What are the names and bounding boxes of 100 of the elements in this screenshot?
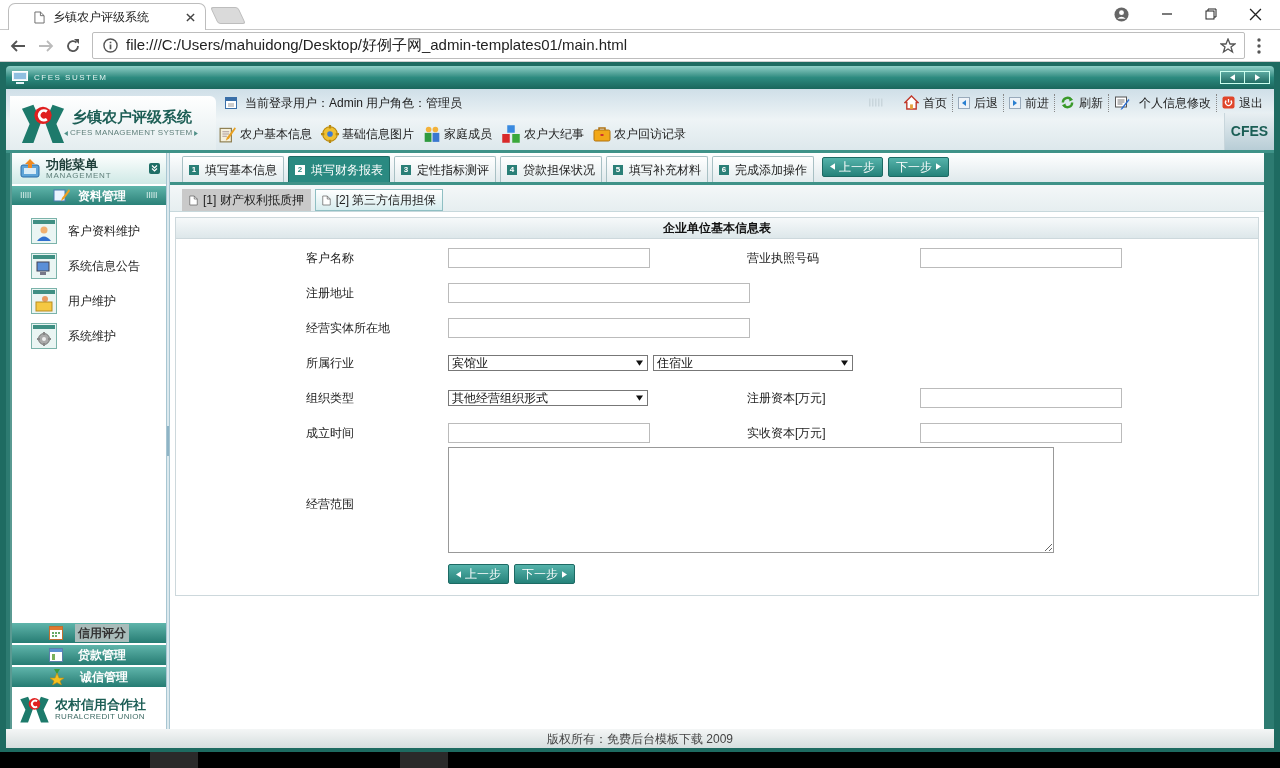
address-bar[interactable]: file:///C:/Users/mahuidong/Desktop/好例子网_admin-templates01/main.html bbox=[92, 32, 1245, 59]
people-icon bbox=[423, 124, 441, 143]
menu-subtitle: MANAGEMENT bbox=[46, 171, 112, 180]
text-input[interactable] bbox=[448, 422, 650, 443]
scroll-right-button[interactable] bbox=[1245, 71, 1270, 84]
user-card-icon bbox=[31, 217, 57, 244]
nav-link[interactable]: 首页 bbox=[899, 93, 953, 112]
step-tab[interactable]: 5 填写补充材料 bbox=[606, 156, 708, 182]
sub-tab[interactable]: [2] 第三方信用担保 bbox=[314, 189, 444, 211]
step-number: 6 bbox=[719, 164, 729, 175]
nav-link[interactable]: 刷新 bbox=[1055, 93, 1109, 112]
step-tab[interactable]: 4 贷款担保状况 bbox=[500, 156, 602, 182]
document-icon bbox=[189, 194, 198, 206]
forward-arrow-icon[interactable] bbox=[38, 37, 54, 54]
step-tab[interactable]: 3 定性指标测评 bbox=[394, 156, 496, 182]
grip-lines-icon bbox=[869, 98, 883, 107]
field-label: 客户名称 bbox=[306, 249, 355, 267]
text-input[interactable] bbox=[920, 247, 1122, 268]
login-info: 当前登录用户：Admin 用户角色：管理员 bbox=[245, 94, 463, 112]
dropdown[interactable]: 住宿业 bbox=[653, 354, 853, 371]
text-input[interactable] bbox=[448, 247, 650, 268]
menu-group[interactable]: 信用评分 bbox=[12, 623, 166, 643]
gear-icon bbox=[321, 124, 339, 143]
step-number: 1 bbox=[189, 164, 199, 175]
brand-box: CFES bbox=[1224, 113, 1274, 150]
step-tab[interactable]: 1 填写基本信息 bbox=[182, 156, 284, 182]
nav-link[interactable]: 退出 bbox=[1217, 93, 1268, 112]
module-link[interactable]: 农户基本信息 bbox=[219, 124, 312, 143]
module-link[interactable]: 农户回访记录 bbox=[593, 124, 686, 143]
field-label: 所属行业 bbox=[306, 354, 355, 372]
monitor-icon bbox=[12, 71, 28, 84]
nav-link[interactable]: 个人信息修改 bbox=[1109, 93, 1217, 112]
step-number: 3 bbox=[401, 164, 411, 175]
dropdown[interactable]: 宾馆业 bbox=[448, 354, 648, 371]
step-tab[interactable]: 2 填写财务报表 bbox=[288, 156, 390, 182]
close-icon[interactable] bbox=[186, 12, 195, 22]
union-name: 农村信用合作社 bbox=[55, 697, 146, 711]
text-input[interactable] bbox=[448, 317, 750, 338]
grip-lines-icon bbox=[146, 192, 158, 198]
text-input[interactable] bbox=[920, 422, 1122, 443]
text-input[interactable] bbox=[448, 282, 750, 303]
module-link[interactable]: 基础信息图片 bbox=[321, 124, 414, 143]
triangle-left-icon bbox=[1230, 74, 1235, 81]
close-icon[interactable] bbox=[1249, 7, 1262, 21]
cubes-icon bbox=[501, 123, 521, 144]
window-icon bbox=[225, 96, 237, 109]
calendar-icon bbox=[49, 626, 63, 640]
briefcase-icon bbox=[593, 125, 611, 142]
field-label: 注册资本[万元] bbox=[747, 389, 827, 407]
home-icon bbox=[904, 95, 919, 110]
text-input[interactable] bbox=[920, 387, 1122, 408]
triangle-left-icon bbox=[830, 163, 835, 170]
app-subtitle: CFES MANAGEMENT SYSTEM bbox=[70, 127, 193, 139]
copyright-text: 版权所有：免费后台模板下载 2009 bbox=[547, 730, 733, 748]
nav-link[interactable]: 前进 bbox=[1004, 93, 1055, 112]
reload-icon[interactable] bbox=[65, 37, 81, 54]
caret-down-icon bbox=[841, 359, 848, 366]
nav-link[interactable]: 后退 bbox=[953, 93, 1004, 112]
document-icon bbox=[321, 194, 331, 206]
info-icon bbox=[103, 38, 118, 53]
credit-union-logo bbox=[19, 694, 50, 724]
menu-icon[interactable] bbox=[1257, 37, 1261, 54]
sidebar-item[interactable]: 客户资料维护 bbox=[12, 213, 166, 248]
caret-down-icon bbox=[636, 359, 643, 366]
sidebar-item[interactable]: 系统维护 bbox=[12, 318, 166, 353]
union-subtitle: RURALCREDIT UNION bbox=[55, 712, 146, 721]
triangle-right-icon bbox=[936, 163, 941, 170]
splitter-handle[interactable] bbox=[167, 426, 169, 456]
back-arrow-icon[interactable] bbox=[10, 37, 26, 54]
menu-title: 功能菜单 bbox=[46, 157, 98, 171]
field-label: 实收资本[万元] bbox=[747, 424, 827, 442]
scroll-left-button[interactable] bbox=[1220, 71, 1245, 84]
module-link[interactable]: 农户大纪事 bbox=[501, 123, 584, 144]
account-icon[interactable] bbox=[1114, 6, 1129, 22]
triangle-right-icon bbox=[194, 130, 199, 136]
field-label: 营业执照号码 bbox=[747, 249, 820, 267]
star-icon[interactable] bbox=[1220, 37, 1236, 54]
step-number: 4 bbox=[507, 164, 517, 175]
restore-icon[interactable] bbox=[1205, 8, 1217, 20]
step-number: 2 bbox=[295, 164, 305, 175]
step-tab[interactable]: 6 完成添加操作 bbox=[712, 156, 814, 182]
field-label: 经营实体所在地 bbox=[306, 319, 391, 337]
menu-box-icon bbox=[20, 159, 40, 178]
browser-tab[interactable]: 乡镇农户评级系统 bbox=[8, 3, 206, 30]
sidebar-item[interactable]: 用户维护 bbox=[12, 283, 166, 318]
edit-form-icon bbox=[1114, 94, 1131, 111]
triangle-left-icon bbox=[64, 130, 68, 136]
sub-tab[interactable]: [1] 财产权利抵质押 bbox=[182, 189, 311, 211]
collapse-icon[interactable] bbox=[149, 163, 160, 174]
dropdown[interactable]: 其他经营组织形式 bbox=[448, 389, 648, 406]
document-icon bbox=[34, 10, 45, 24]
sidebar-item[interactable]: 系统信息公告 bbox=[12, 248, 166, 283]
grip-lines-icon bbox=[20, 192, 32, 198]
user-folder-icon bbox=[31, 287, 57, 314]
text-area[interactable] bbox=[448, 447, 1054, 553]
field-label: 成立时间 bbox=[306, 424, 355, 442]
module-link[interactable]: 家庭成员 bbox=[423, 124, 492, 143]
form-title: 企业单位基本信息表 bbox=[176, 218, 1258, 239]
triangle-left-icon bbox=[456, 570, 461, 578]
star-medal-icon bbox=[49, 669, 65, 685]
